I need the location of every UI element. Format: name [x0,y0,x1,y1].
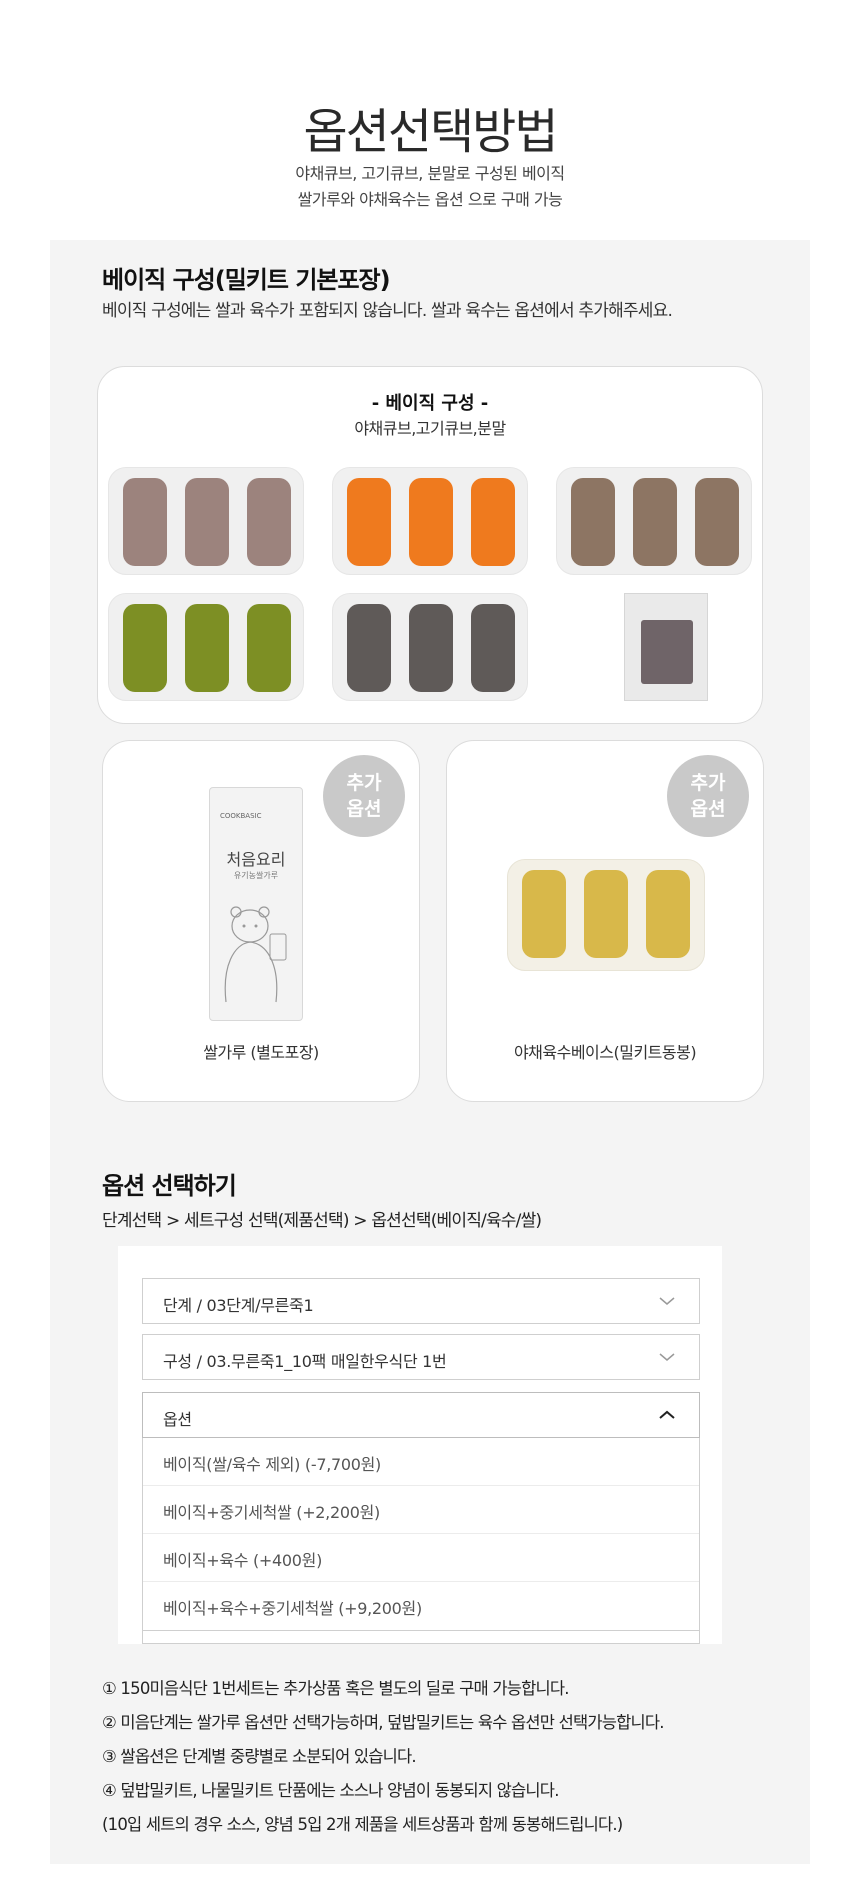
note-item: ① 150미음식단 1번세트는 추가상품 혹은 별도의 딜로 구매 가능합니다. [102,1679,569,1698]
note-item: ③ 쌀옵션은 단계별 중량별로 소분되어 있습니다. [102,1747,417,1766]
dropdown-option[interactable]: 베이직(쌀/육수 제외) (-7,700원) [143,1438,699,1486]
badge-line2: 옵션 [346,798,382,820]
basic-section-description: 베이직 구성에는 쌀과 육수가 포함되지 않습니다. 쌀과 육수는 옵션에서 추… [102,301,673,321]
note-item: ② 미음단계는 쌀가루 옵션만 선택가능하며, 덮밥밀키트는 육수 옵션만 선택… [102,1713,665,1732]
bear-illustration-icon [224,906,287,1003]
set-select-value: 구성 / 03.무른죽1_10팩 매일한우식단 1번 [163,1352,447,1371]
cube [185,604,229,692]
cube [571,478,615,566]
cube [123,604,167,692]
option-select-title: 옵션 선택하기 [102,1172,237,1200]
cube [584,870,628,958]
greens-cube-tray [108,593,304,701]
seaweed-cube-tray [332,593,528,701]
cube [646,870,690,958]
chevron-down-icon [659,1297,675,1305]
option-select-value: 옵션 [163,1410,192,1429]
page-subtitle-line1: 야채큐브, 고기큐브, 분말로 구성된 베이직 [295,164,565,183]
cube [695,478,739,566]
powder-contents [641,620,693,684]
meat-cube-tray [108,467,304,575]
chevron-down-icon [659,1353,675,1361]
page-title: 옵션선택방법 [303,104,559,160]
pouch-label: 유기농쌀가루 [233,871,279,880]
set-select[interactable]: 구성 / 03.무른죽1_10팩 매일한우식단 1번 [142,1334,700,1380]
rice-powder-caption: 쌀가루 (별도포장) [203,1043,319,1062]
basic-section-title: 베이직 구성(밀키트 기본포장) [102,266,391,294]
vegetable-broth-option-card: 추가 옵션 야채육수베이스(밀키트동봉) [446,740,764,1102]
cube [247,604,291,692]
dropdown-option[interactable]: 베이직+육수 (+400원) [143,1534,699,1582]
cube [633,478,677,566]
note-item: ④ 덮밥밀키트, 나물밀키트 단품에는 소스나 양념이 동봉되지 않습니다. [102,1781,559,1800]
option-dropdown-list: 베이직(쌀/육수 제외) (-7,700원) 베이직+중기세척쌀 (+2,200… [142,1438,700,1631]
cube [471,478,515,566]
step-select[interactable]: 단계 / 03단계/무른죽1 [142,1278,700,1324]
chevron-up-icon [659,1410,675,1419]
badge-line1: 추가 [346,772,382,794]
cube [247,478,291,566]
broth-caption: 야채육수베이스(밀키트동봉) [513,1043,697,1062]
cube [347,478,391,566]
dropdown-option[interactable]: 베이직+육수+중기세척쌀 (+9,200원) [143,1582,699,1630]
step-select-value: 단계 / 03단계/무른죽1 [163,1296,314,1315]
option-select-steps: 단계선택 > 세트구성 선택(제품선택) > 옵션선택(베이직/육수/쌀) [102,1211,542,1231]
powder-packet [624,593,708,701]
pouch-name: 처음요리 [226,850,286,869]
add-option-badge: 추가 옵션 [323,755,405,837]
cube [471,604,515,692]
notes-list: ① 150미음식단 1번세트는 추가상품 혹은 별도의 딜로 구매 가능합니다.… [102,1672,665,1842]
cube [347,604,391,692]
basic-card-subheading: 야채큐브,고기큐브,분말 [354,419,506,438]
carrot-cube-tray [332,467,528,575]
option-select[interactable]: 옵션 [142,1392,700,1438]
note-item: (10입 세트의 경우 소스, 양념 5입 2개 제품을 세트상품과 함께 동봉… [102,1815,623,1834]
dropdown-option[interactable]: 베이직+중기세척쌀 (+2,200원) [143,1486,699,1534]
hidden-select-edge [142,1630,700,1644]
badge-line2: 옵션 [690,798,726,820]
option-select-widget: 단계 / 03단계/무른죽1 구성 / 03.무른죽1_10팩 매일한우식단 1… [118,1246,722,1644]
page-subtitle-line2: 쌀가루와 야채육수는 옵션 으로 구매 가능 [297,190,563,209]
cube [409,478,453,566]
basic-composition-card: - 베이직 구성 - 야채큐브,고기큐브,분말 [97,366,763,724]
mushroom-cube-tray [556,467,752,575]
rice-powder-option-card: 추가 옵션 COOKBASIC 처음요리 유기농쌀가루 쌀가루 (별도포장) [102,740,420,1102]
broth-cube-tray [507,859,705,971]
cube [185,478,229,566]
cube [522,870,566,958]
badge-line1: 추가 [690,772,726,794]
pouch-brand: COOKBASIC [220,812,262,820]
basic-card-heading: - 베이직 구성 - [371,393,489,414]
cube [409,604,453,692]
rice-powder-pouch: COOKBASIC 처음요리 유기농쌀가루 [209,787,303,1021]
add-option-badge: 추가 옵션 [667,755,749,837]
cube [123,478,167,566]
